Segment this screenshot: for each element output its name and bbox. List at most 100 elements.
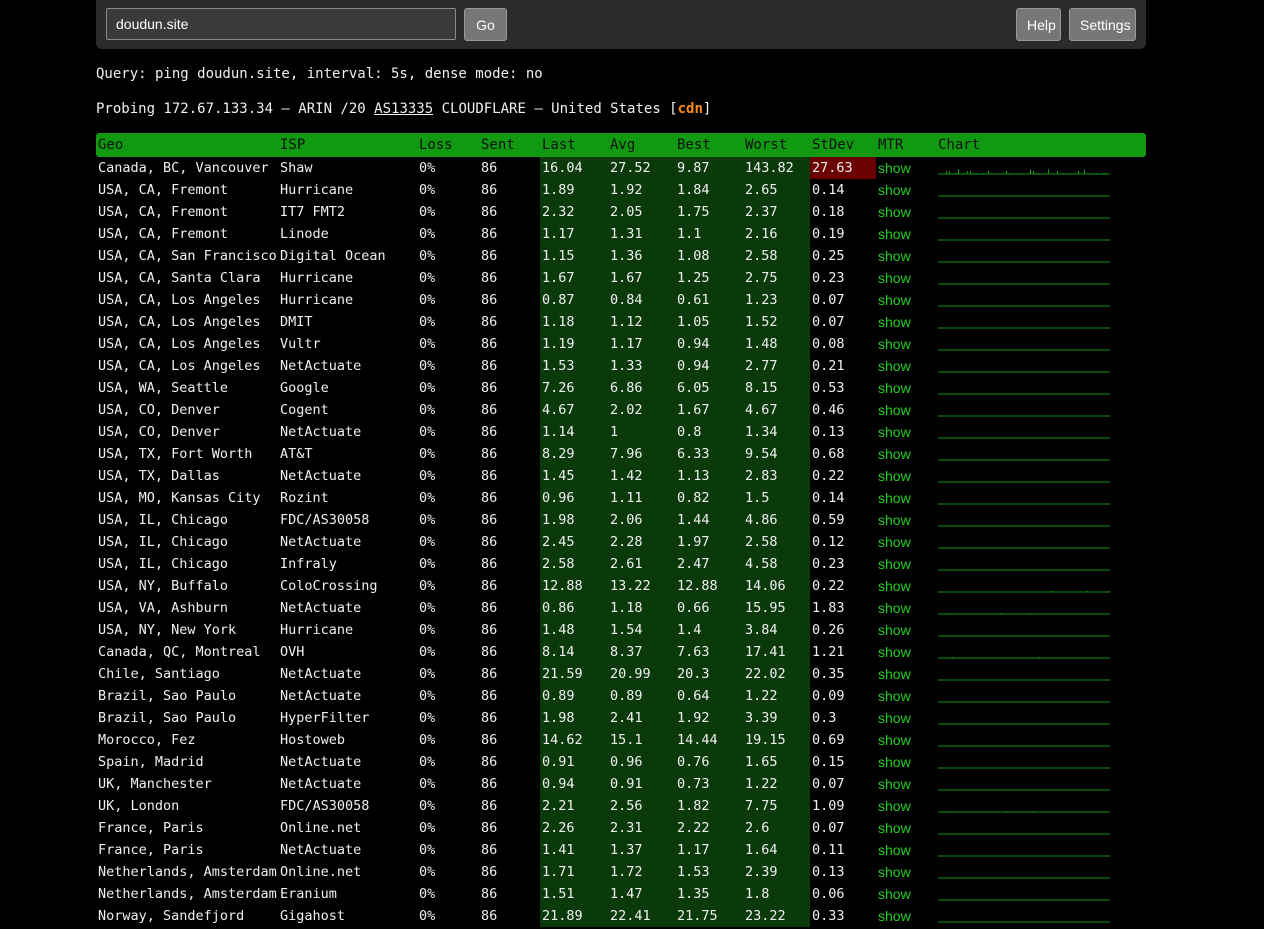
latency-sparkline	[936, 377, 1146, 399]
mtr-link[interactable]: show	[876, 839, 936, 861]
mtr-link[interactable]: show	[876, 289, 936, 311]
latency-sparkline	[936, 861, 1146, 883]
mtr-link[interactable]: show	[876, 553, 936, 575]
stdev-cell: 0.68	[810, 443, 876, 465]
last-cell: 2.26	[540, 817, 608, 839]
mtr-link[interactable]: show	[876, 795, 936, 817]
mtr-link[interactable]: show	[876, 267, 936, 289]
mtr-link[interactable]: show	[876, 355, 936, 377]
mtr-link[interactable]: show	[876, 707, 936, 729]
mtr-link[interactable]: show	[876, 531, 936, 553]
col-last[interactable]: Last	[540, 133, 608, 157]
sparkline-tick	[1105, 173, 1106, 174]
sparkline-chart	[938, 877, 1110, 879]
sparkline-chart	[938, 327, 1110, 329]
col-sent[interactable]: Sent	[479, 133, 540, 157]
mtr-link[interactable]: show	[876, 223, 936, 245]
col-loss[interactable]: Loss	[417, 133, 479, 157]
mtr-link[interactable]: show	[876, 179, 936, 201]
mtr-link[interactable]: show	[876, 443, 936, 465]
stdev-cell: 0.26	[810, 619, 876, 641]
mtr-link[interactable]: show	[876, 575, 936, 597]
col-stdev[interactable]: StDev	[810, 133, 876, 157]
isp-cell: OVH	[280, 644, 305, 660]
stdev-cell: 1.21	[810, 641, 876, 663]
mtr-link[interactable]: show	[876, 773, 936, 795]
best-cell: 12.88	[675, 575, 743, 597]
isp-cell: Online.net	[280, 820, 362, 836]
mtr-link[interactable]: show	[876, 377, 936, 399]
mtr-link[interactable]: show	[876, 333, 936, 355]
mtr-link[interactable]: show	[876, 597, 936, 619]
geo-cell: USA, TX, Dallas	[98, 468, 220, 484]
worst-cell: 2.16	[743, 223, 810, 245]
geo-cell: Spain, Madrid	[98, 754, 204, 770]
mtr-link[interactable]: show	[876, 619, 936, 641]
mtr-link[interactable]: show	[876, 311, 936, 333]
avg-cell: 15.1	[608, 729, 675, 751]
loss-cell: 0%	[419, 908, 436, 924]
geo-cell: Netherlands, Amsterdam	[98, 864, 277, 880]
sparkline-chart	[938, 305, 1110, 307]
loss-cell: 0%	[419, 622, 436, 638]
last-cell: 14.62	[540, 729, 608, 751]
mtr-link[interactable]: show	[876, 861, 936, 883]
stdev-cell: 0.59	[810, 509, 876, 531]
mtr-link[interactable]: show	[876, 641, 936, 663]
latency-sparkline	[936, 619, 1146, 641]
col-geo[interactable]: Geo	[96, 133, 278, 157]
mtr-link[interactable]: show	[876, 685, 936, 707]
mtr-link[interactable]: show	[876, 487, 936, 509]
mtr-link[interactable]: show	[876, 245, 936, 267]
sent-cell: 86	[481, 556, 498, 572]
latency-sparkline	[936, 465, 1146, 487]
isp-cell: Cogent	[280, 402, 329, 418]
table-row: Canada, BC, Vancouver Shaw 0% 86 16.04 27.52 9…	[96, 157, 1146, 179]
col-chart[interactable]: Chart	[936, 133, 1146, 157]
mtr-link[interactable]: show	[876, 157, 936, 179]
sparkline-tick	[1030, 613, 1031, 614]
isp-cell: Hurricane	[280, 270, 354, 286]
col-avg[interactable]: Avg	[608, 133, 675, 157]
col-isp[interactable]: ISP	[278, 133, 417, 157]
best-cell: 2.47	[675, 553, 743, 575]
table-row: Spain, Madrid NetActuate 0% 86 0.91 0.96 0.76 1…	[96, 751, 1146, 773]
mtr-link[interactable]: show	[876, 201, 936, 223]
mtr-link[interactable]: show	[876, 509, 936, 531]
loss-cell: 0%	[419, 402, 436, 418]
go-button[interactable]: Go	[464, 8, 507, 41]
latency-sparkline	[936, 597, 1146, 619]
sent-cell: 86	[481, 336, 498, 352]
latency-sparkline	[936, 905, 1146, 927]
settings-button[interactable]: Settings	[1069, 8, 1136, 41]
mtr-link[interactable]: show	[876, 817, 936, 839]
mtr-link[interactable]: show	[876, 663, 936, 685]
col-mtr[interactable]: MTR	[876, 133, 936, 157]
table-row: Netherlands, Amsterdam Online.net 0% 86 1.71…	[96, 861, 1146, 883]
stdev-cell: 0.53	[810, 377, 876, 399]
target-input[interactable]	[106, 8, 456, 40]
help-button[interactable]: Help	[1016, 8, 1061, 41]
mtr-link[interactable]: show	[876, 399, 936, 421]
loss-cell: 0%	[419, 380, 436, 396]
best-cell: 14.44	[675, 729, 743, 751]
col-best[interactable]: Best	[675, 133, 743, 157]
mtr-link[interactable]: show	[876, 421, 936, 443]
mtr-link[interactable]: show	[876, 729, 936, 751]
geo-cell: France, Paris	[98, 820, 204, 836]
stdev-cell: 0.06	[810, 883, 876, 905]
last-cell: 21.59	[540, 663, 608, 685]
table-header: Geo ISP Loss Sent Last Avg Best Worst St…	[96, 133, 1146, 157]
sparkline-chart	[938, 833, 1110, 835]
sent-cell: 86	[481, 666, 498, 682]
mtr-link[interactable]: show	[876, 883, 936, 905]
sparkline-chart	[938, 921, 1110, 923]
asn-link[interactable]: AS13335	[374, 101, 433, 117]
mtr-link[interactable]: show	[876, 465, 936, 487]
best-cell: 1.97	[675, 531, 743, 553]
latency-sparkline	[936, 487, 1146, 509]
mtr-link[interactable]: show	[876, 905, 936, 927]
geo-cell: USA, VA, Ashburn	[98, 600, 229, 616]
col-worst[interactable]: Worst	[743, 133, 810, 157]
mtr-link[interactable]: show	[876, 751, 936, 773]
